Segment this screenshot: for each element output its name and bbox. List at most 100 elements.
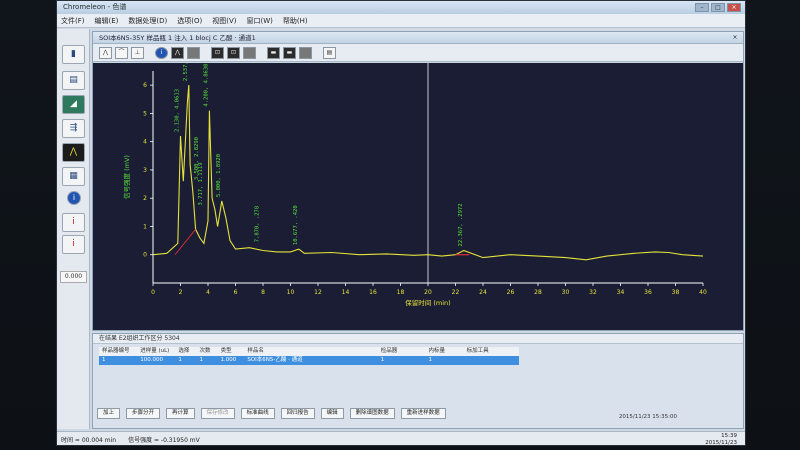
close-button[interactable]: × [727, 3, 741, 12]
delimiter-tool-icon[interactable]: ⊥ [131, 46, 144, 59]
menu-data-processing[interactable]: 数据处理(D) [128, 16, 167, 26]
column-header: 检品器 [380, 348, 398, 354]
menu-window[interactable]: 窗口(W) [247, 16, 273, 26]
close-icon[interactable]: × [731, 34, 739, 42]
y-tick-label: 5 [143, 110, 147, 117]
x-tick-label: 28 [534, 289, 542, 296]
axes: 0 2 4 6 8 10 12 14 16 18 20 22 24 26 28 30 32 34 36 38 40012… [122, 63, 707, 307]
x-tick-label: 34 [617, 289, 625, 296]
sequence-icon[interactable]: ▮ [62, 45, 85, 64]
document-title-bar: SOI本6N5-35Y 样品瓶 1 注入 1 blocj C 乙酸 · 通道1 … [93, 32, 743, 44]
calibration-curve-button[interactable]: 标准曲线 [240, 408, 275, 419]
peak-label: 5.000, 1.8920 [216, 154, 222, 197]
peak-label: 4.200, 4.8630 [203, 64, 209, 107]
regression-report-button[interactable]: 回归报告 [280, 408, 315, 419]
x-tick-label: 12 [314, 289, 322, 296]
minimize-button[interactable]: – [695, 3, 709, 12]
x-tick-label: 14 [342, 289, 350, 296]
column-header: 内标量 [428, 348, 445, 354]
report-icon[interactable]: i [62, 213, 85, 232]
table-cell [464, 356, 519, 365]
gray-square-icon[interactable] [299, 46, 312, 59]
results-table: 样品器编号 进样量 (uL) 选择 次数 类型 样品名 检品器 内标量 标加工具… [99, 347, 519, 365]
column-header: 类型 [220, 348, 232, 354]
column-header: 样品名 [247, 348, 264, 354]
baseline-tool-icon[interactable]: ⌒ [115, 46, 128, 59]
table-header: 样品器编号 进样量 (uL) 选择 次数 类型 样品名 检品器 内标量 标加工具 [99, 347, 519, 356]
gray-square-icon[interactable] [243, 46, 256, 59]
peak-labels: 2.130, 4.06132.537, 5.21903.500, 2.82903… [175, 63, 464, 246]
x-tick-label: 24 [479, 289, 487, 296]
gray-square-icon[interactable] [187, 46, 200, 59]
peak-label: 22.367, .2972 [458, 203, 464, 246]
document-icon[interactable]: ▤ [62, 71, 85, 90]
y-tick-label: 3 [143, 167, 147, 174]
peak-label: 7.870, .278 [254, 206, 260, 242]
column-header: 标加工具 [466, 348, 489, 354]
table-row[interactable]: 1 100.000 1 1 1.000 SOI本6N5-乙酸 · 通道 1 1 [99, 356, 519, 365]
clock-time: 15:39 [721, 432, 737, 439]
save-changes-button[interactable]: 保存修改 [200, 408, 235, 419]
column-header: 进样量 (uL) [140, 348, 170, 354]
menu-file[interactable]: 文件(F) [61, 16, 85, 26]
peak-label: 10.677, .420 [293, 205, 299, 245]
app-window: Chromeleon - 色谱 – □ × 文件(F) 编辑(E) 数据处理(D… [56, 0, 746, 446]
results-panel-title: 在结果 E2组织工作区分 5304 [93, 334, 743, 344]
menu-edit[interactable]: 编辑(E) [95, 16, 119, 26]
report-view-icon[interactable]: ▬ [283, 46, 296, 59]
table-view-icon[interactable]: ▤ [323, 46, 336, 59]
window-controls: – □ × [695, 3, 741, 12]
column-header: 次数 [199, 348, 211, 354]
info-icon[interactable]: i [67, 191, 81, 205]
chromatogram-view-icon[interactable]: ⋀ [171, 46, 184, 59]
screen-bezel: Chromeleon - 色谱 – □ × 文件(F) 编辑(E) 数据处理(D… [0, 0, 800, 450]
reinject-data-button[interactable]: 重新进样数据 [400, 408, 446, 419]
plot-area[interactable]: 0 2 4 6 8 10 12 14 16 18 20 22 24 26 28 30 32 34 36 38 40 0 1 2… [93, 63, 743, 330]
left-toolbar: ▮ ▤ ◢ ⇶ ⋀ ▦ i i i 0.000 [57, 29, 90, 429]
delete-data-button[interactable]: 删除谱图数据 [349, 408, 395, 419]
table-cell: 1 [178, 357, 182, 363]
datetime-readout: 2015/11/23 15:35:00 [618, 414, 677, 420]
menu-options[interactable]: 选项(O) [177, 16, 202, 26]
y-tick-label: 0 [143, 252, 147, 259]
report-secondary-icon[interactable]: i [62, 235, 85, 254]
peak-label: 3.717, 1.1119 [198, 162, 204, 205]
y-axis-label: 信号强度 (mV) [122, 155, 131, 199]
x-tick-label: 6 [234, 289, 238, 296]
spectrum-view-icon[interactable]: ▬ [267, 46, 280, 59]
overlay-view-icon[interactable]: ⊡ [211, 46, 224, 59]
y-tick-label: 1 [143, 223, 147, 230]
x-tick-label: 4 [206, 289, 210, 296]
table-cell: SOI本6N5-乙酸 · 通道 [247, 357, 303, 363]
y-tick-label: 6 [143, 82, 147, 89]
chromatogram-window: SOI本6N5-35Y 样品瓶 1 注入 1 blocj C 乙酸 · 通道1 … [92, 31, 744, 331]
peak-tool-icon[interactable]: ⋀ [99, 46, 112, 59]
x-tick-label: 10 [287, 289, 295, 296]
calibration-view-icon[interactable]: ⊡ [227, 46, 240, 59]
edit-button[interactable]: 编辑 [320, 408, 344, 419]
injection-icon[interactable]: ⇶ [62, 119, 85, 138]
maximize-button[interactable]: □ [711, 3, 725, 12]
table-cell: 1 [428, 357, 432, 363]
time-readout: 时间 = 00.004 min [61, 437, 117, 444]
x-tick-label: 8 [261, 289, 265, 296]
recalculate-button[interactable]: 再计算 [166, 408, 195, 419]
add-button[interactable]: 加上 [97, 408, 121, 419]
clock-date: 2015/11/23 [705, 439, 737, 446]
chromatogram-icon[interactable]: ⋀ [62, 143, 85, 162]
x-tick-label: 18 [397, 289, 405, 296]
y-tick-label: 4 [143, 139, 147, 146]
menu-help[interactable]: 帮助(H) [283, 16, 308, 26]
step-split-button[interactable]: 步骤分开 [126, 408, 161, 419]
info-icon[interactable]: i [155, 46, 168, 59]
peak-label: 2.537, 5.2190 [183, 63, 189, 81]
x-tick-label: 32 [589, 289, 597, 296]
calculator-icon[interactable]: ▦ [62, 167, 85, 186]
x-tick-label: 36 [644, 289, 652, 296]
x-tick-label: 40 [699, 289, 707, 296]
menu-view[interactable]: 视图(V) [212, 16, 236, 26]
taskbar-clock: 15:39 2015/11/23 [705, 432, 737, 446]
chromatogram-chart[interactable]: 0 2 4 6 8 10 12 14 16 18 20 22 24 26 28 30 32 34 36 38 40012… [93, 63, 743, 330]
column-header: 选择 [178, 348, 190, 354]
table-cell: 100.000 [140, 357, 163, 363]
